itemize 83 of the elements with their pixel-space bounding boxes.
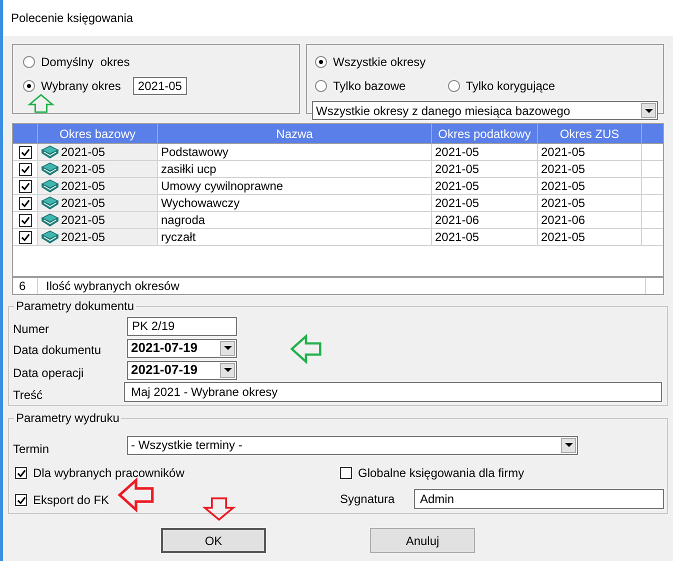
table-cell: 2021-05 bbox=[432, 161, 538, 177]
table-cell: 2021-05 bbox=[538, 195, 642, 211]
column-header[interactable]: Okres bazowy bbox=[38, 124, 158, 143]
caret-icon bbox=[224, 346, 232, 350]
column-header[interactable]: Okres ZUS bbox=[538, 124, 642, 143]
checkbox[interactable] bbox=[18, 230, 32, 244]
signature-field[interactable]: Admin bbox=[414, 489, 664, 509]
table-cell: 2021-05 bbox=[538, 144, 642, 160]
field-label: Data dokumentu bbox=[13, 342, 102, 359]
table-cell: 2021-05 bbox=[538, 161, 642, 177]
radio-label: Wszystkie okresy bbox=[333, 54, 426, 71]
checkbox-label: Globalne księgowania dla firmy bbox=[358, 465, 524, 482]
book-icon bbox=[41, 213, 59, 227]
checkbox[interactable] bbox=[15, 494, 27, 506]
table-cell: 2021-05 bbox=[432, 178, 538, 194]
radio-button[interactable] bbox=[448, 80, 460, 92]
column-header[interactable]: Nazwa bbox=[158, 124, 432, 143]
table-cell: 2021-05 bbox=[538, 229, 642, 245]
term-dropdown[interactable]: - Wszystkie terminy - bbox=[127, 436, 578, 454]
book-icon bbox=[41, 162, 59, 176]
content-field[interactable]: Maj 2021 - Wybrane okresy bbox=[124, 382, 662, 402]
book-icon bbox=[41, 145, 59, 159]
window-title: Polecenie księgowania bbox=[11, 10, 134, 27]
checkbox[interactable] bbox=[18, 180, 32, 192]
checkbox[interactable] bbox=[15, 467, 27, 479]
radio-label: Domyślny okres bbox=[41, 54, 130, 71]
radio-label: Tylko bazowe bbox=[333, 78, 406, 95]
number-field[interactable]: PK 2/19 bbox=[127, 316, 237, 336]
field-label: Data operacji bbox=[13, 365, 85, 382]
table-cell: 2021-05 bbox=[38, 178, 158, 194]
table-cell: 2021-05 bbox=[38, 161, 158, 177]
field-label: Numer bbox=[13, 321, 50, 338]
period-dropdown[interactable]: Wszystkie okresy z danego miesiąca bazowego bbox=[312, 101, 658, 120]
table-cell: 2021-06 bbox=[432, 212, 538, 228]
table-cell: 2021-05 bbox=[38, 229, 158, 245]
group-title: Parametry wydruku bbox=[14, 410, 122, 426]
radio-button[interactable] bbox=[23, 80, 35, 92]
column-header[interactable]: Okres podatkowy bbox=[432, 124, 538, 143]
checkbox-label: Eksport do FK bbox=[33, 492, 110, 509]
count-label: Ilość wybranych okresów bbox=[38, 278, 646, 294]
checkbox-label: Dla wybranych pracowników bbox=[33, 465, 184, 482]
caret-icon bbox=[644, 108, 652, 112]
field-label: Termin bbox=[13, 441, 50, 458]
period-field[interactable]: 2021-05 bbox=[132, 77, 187, 95]
checkbox[interactable] bbox=[18, 196, 32, 210]
ok-button[interactable]: OK bbox=[161, 528, 266, 553]
radio-label: Wybrany okres bbox=[41, 78, 121, 95]
table-cell: 2021-05 bbox=[38, 144, 158, 160]
radio-button[interactable] bbox=[315, 80, 327, 92]
arrow-icon bbox=[202, 496, 236, 522]
table-cell: 2021-05 bbox=[38, 195, 158, 211]
table-cell: Wychowawczy bbox=[158, 195, 432, 211]
checkbox[interactable] bbox=[18, 146, 32, 158]
table-cell: Umowy cywilnoprawne bbox=[158, 178, 432, 194]
field-label: Treść bbox=[13, 387, 44, 404]
table-cell: 2021-05 bbox=[432, 144, 538, 160]
date-picker[interactable]: 2021-07-19 bbox=[127, 338, 237, 358]
checkbox[interactable] bbox=[18, 162, 32, 176]
table-cell: 2021-05 bbox=[432, 229, 538, 245]
checkbox[interactable] bbox=[18, 214, 32, 226]
cancel-button[interactable]: Anuluj bbox=[370, 528, 475, 553]
table-cell: 2021-06 bbox=[538, 212, 642, 228]
table-cell: 2021-05 bbox=[538, 178, 642, 194]
book-icon bbox=[41, 179, 59, 193]
table-cell: zasiłki ucp bbox=[158, 161, 432, 177]
book-icon bbox=[41, 196, 59, 210]
table-cell: 2021-05 bbox=[38, 212, 158, 228]
book-icon bbox=[41, 230, 59, 244]
caret-icon bbox=[564, 443, 572, 447]
arrow-icon bbox=[289, 333, 323, 365]
radio-button[interactable] bbox=[315, 56, 327, 68]
radio-label: Tylko korygujące bbox=[466, 78, 556, 95]
group-title: Parametry dokumentu bbox=[14, 298, 136, 314]
radio-button[interactable] bbox=[23, 56, 35, 68]
table-cell: nagroda bbox=[158, 212, 432, 228]
date-picker[interactable]: 2021-07-19 bbox=[127, 360, 237, 380]
count-cell: 6 bbox=[13, 278, 38, 294]
table-cell: 2021-05 bbox=[432, 195, 538, 211]
checkbox[interactable] bbox=[340, 467, 352, 479]
caret-icon bbox=[224, 368, 232, 372]
table-cell: Podstawowy bbox=[158, 144, 432, 160]
field-label: Sygnatura bbox=[340, 491, 396, 508]
table-cell: ryczałt bbox=[158, 229, 432, 245]
